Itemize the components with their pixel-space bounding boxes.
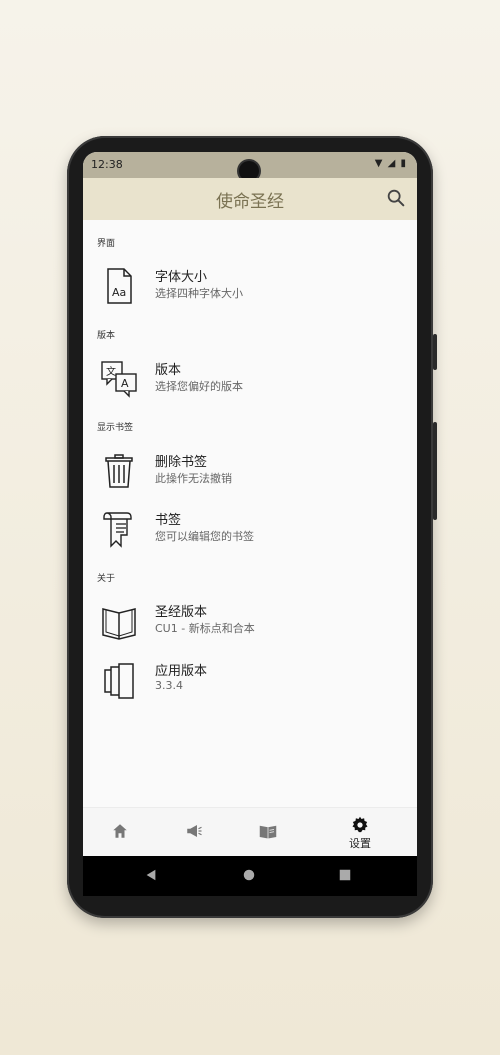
volume-button [433, 334, 437, 370]
section-header-bookmarks: 显示书签 [97, 423, 134, 433]
megaphone-icon [187, 825, 202, 837]
font-size-icon: Aa [107, 268, 132, 304]
power-button [433, 422, 437, 520]
nav-announcements[interactable] [174, 818, 214, 852]
setting-subtitle: 选择四种字体大小 [155, 287, 243, 300]
home-icon [113, 824, 127, 838]
nav-label: 设置 [349, 837, 371, 850]
svg-text:Aa: Aa [112, 286, 126, 299]
back-icon[interactable] [144, 868, 158, 882]
signal-icon: ◢ [387, 158, 397, 169]
setting-title: 字体大小 [155, 270, 208, 285]
setting-delete-bookmarks[interactable]: 删除书签 此操作无法撤销 [83, 447, 417, 499]
status-icons: ▼ ◢ ▮ [375, 158, 407, 169]
translate-icon: 文 A [101, 361, 137, 398]
setting-title: 删除书签 [155, 455, 208, 470]
setting-bible-version[interactable]: 圣经版本 CU1 - 新标点和合本 [83, 597, 417, 649]
layers-icon [104, 663, 134, 699]
setting-app-version[interactable]: 应用版本 3.3.4 [83, 656, 417, 708]
setting-subtitle: CU1 - 新标点和合本 [155, 622, 255, 635]
search-icon[interactable] [385, 187, 407, 209]
section-header-interface: 界面 [97, 239, 116, 249]
open-book-icon [102, 608, 136, 640]
gear-icon [352, 816, 368, 833]
svg-text:文: 文 [106, 365, 116, 378]
status-time: 12:38 [91, 158, 123, 171]
battery-icon: ▮ [400, 158, 407, 169]
svg-text:A: A [121, 377, 129, 390]
book-icon [259, 825, 277, 839]
setting-subtitle: 您可以编辑您的书签 [155, 530, 254, 543]
nav-settings[interactable]: 设置 [340, 816, 380, 852]
system-navigation-bar [83, 856, 417, 896]
setting-title: 版本 [155, 363, 182, 378]
setting-title: 圣经版本 [155, 605, 208, 620]
setting-bookmarks[interactable]: 书签 您可以编辑您的书签 [83, 505, 417, 557]
setting-font-size[interactable]: Aa 字体大小 选择四种字体大小 [83, 262, 417, 314]
home-button-icon[interactable] [242, 868, 256, 882]
nav-home[interactable] [100, 818, 140, 852]
setting-subtitle: 此操作无法撤销 [155, 472, 232, 485]
setting-subtitle: 选择您偏好的版本 [155, 380, 243, 393]
phone-screen: 12:38 ▼ ◢ ▮ 使命圣经 界面 Aa 字体大小 选择四种字体大小 版本 [83, 152, 417, 856]
setting-subtitle: 3.3.4 [155, 679, 183, 692]
section-header-about: 关于 [97, 574, 116, 584]
nav-bible[interactable] [248, 818, 288, 852]
bookmark-scroll-icon [103, 512, 132, 548]
section-header-version: 版本 [97, 331, 116, 341]
wifi-icon: ▼ [374, 158, 384, 169]
setting-title: 应用版本 [155, 664, 208, 679]
page-title: 使命圣经 [216, 192, 284, 212]
recents-icon[interactable] [338, 868, 352, 882]
app-bar: 使命圣经 [83, 178, 417, 220]
bottom-navigation: 设置 [83, 807, 417, 856]
setting-title: 书签 [155, 513, 182, 528]
trash-icon [105, 454, 133, 488]
setting-version[interactable]: 文 A 版本 选择您偏好的版本 [83, 355, 417, 407]
